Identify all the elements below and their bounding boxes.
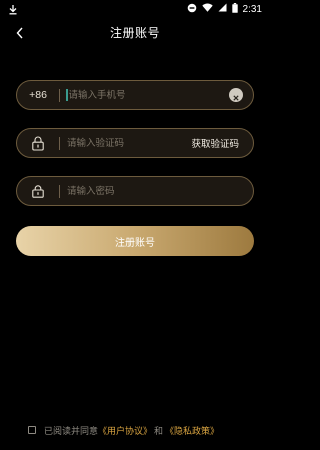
status-bar: 2:31 xyxy=(0,0,270,18)
agreement-checkbox[interactable] xyxy=(28,426,36,434)
back-button[interactable] xyxy=(10,23,30,43)
status-left xyxy=(8,0,18,19)
country-code-prefix[interactable]: +86 xyxy=(17,89,59,101)
clear-button[interactable] xyxy=(229,88,243,102)
get-code-button[interactable]: 获取验证码 xyxy=(191,136,239,150)
lock-icon xyxy=(17,136,59,151)
status-right: 2:31 xyxy=(187,2,262,16)
lock-icon xyxy=(17,184,59,198)
agreement-and: 和 xyxy=(154,426,164,437)
register-button[interactable]: 注册账号 xyxy=(16,226,254,256)
agreement-row: 已阅读并同意 《用户协议》 和 《隐私政策》 xyxy=(28,423,219,437)
battery-icon xyxy=(231,2,238,16)
agreement-prefix: 已阅读并同意 xyxy=(44,426,99,437)
privacy-policy-link[interactable]: 《隐私政策》 xyxy=(165,424,219,437)
wifi-icon xyxy=(201,3,213,15)
verification-code-input[interactable] xyxy=(60,129,192,157)
status-time: 2:31 xyxy=(242,3,262,15)
nav-bar: 注册账号 xyxy=(0,18,270,48)
field-divider xyxy=(59,88,60,102)
chevron-left-icon xyxy=(15,24,25,43)
clear-icon xyxy=(233,86,239,105)
password-input[interactable] xyxy=(60,177,253,205)
page-title: 注册账号 xyxy=(109,26,160,40)
user-agreement-link[interactable]: 《用户协议》 xyxy=(98,424,152,437)
phone-input[interactable] xyxy=(67,81,229,109)
register-screen: 2:31 注册账号 +86 请输入手机号 请输入验证码 获取验证码 注册账号 已… xyxy=(0,0,270,450)
password-field xyxy=(16,176,254,206)
phone-field: +86 xyxy=(16,80,254,110)
minus-circle-icon xyxy=(187,3,197,16)
download-icon xyxy=(8,0,18,19)
signal-icon xyxy=(218,3,227,15)
verification-code-field: 获取验证码 xyxy=(16,128,254,158)
